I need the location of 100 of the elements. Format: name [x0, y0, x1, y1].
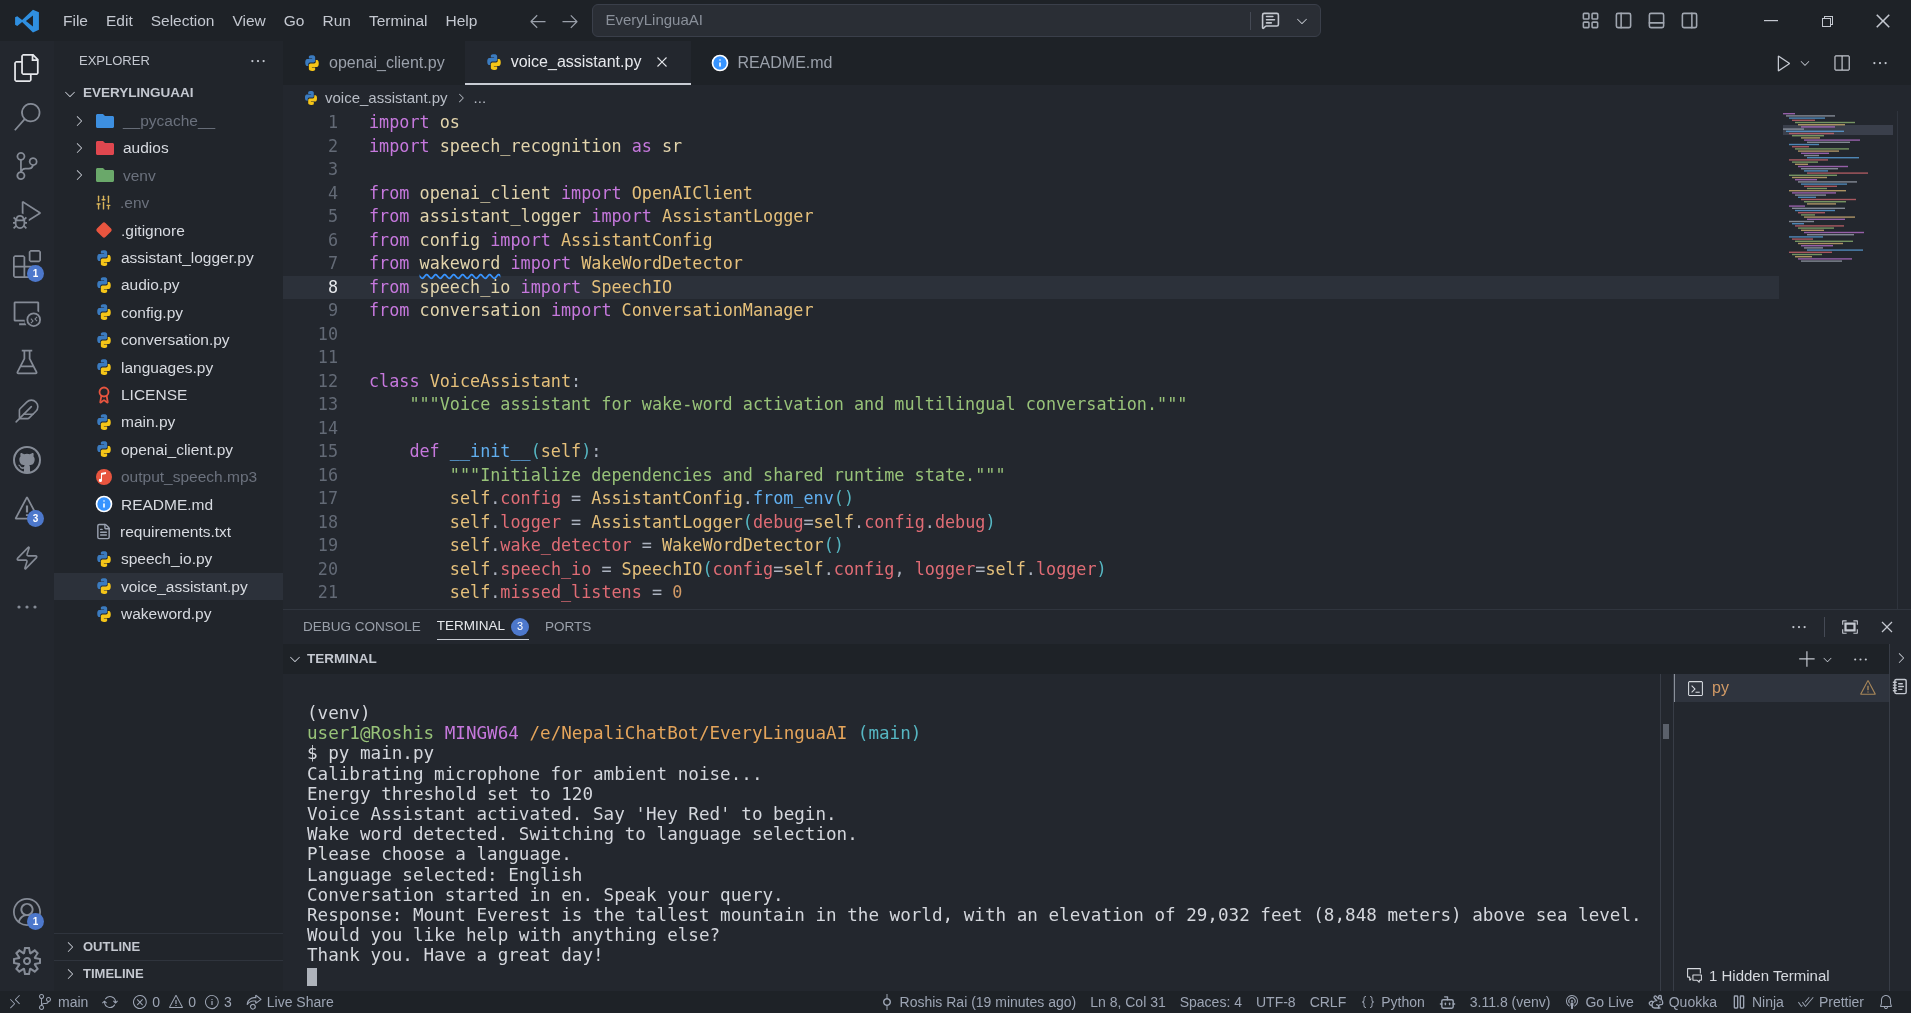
line-number: 19: [316, 534, 338, 557]
line-number: 5: [326, 205, 338, 228]
file-tree-item[interactable]: assistant_logger.py: [54, 243, 283, 272]
braces-icon: [1360, 994, 1377, 1010]
problems-status[interactable]: 0 0 3: [125, 991, 239, 1013]
hidden-terminals-label[interactable]: 1 Hidden Terminal: [1709, 964, 1830, 987]
status-item[interactable]: Roshis Rai (19 minutes ago): [871, 991, 1084, 1013]
line-number: 17: [316, 487, 338, 510]
python-icon: [95, 604, 113, 623]
menu-item[interactable]: Edit: [97, 4, 142, 37]
file-tree-item[interactable]: .gitignore: [54, 216, 283, 244]
file-tree-item[interactable]: languages.py: [54, 353, 283, 381]
quokka-icon: [1647, 994, 1664, 1010]
menu-item[interactable]: File: [54, 4, 97, 37]
status-item[interactable]: 3.11.8 (venv): [1462, 991, 1558, 1013]
file-tree-item[interactable]: wakeword.py: [54, 600, 283, 628]
panel-toggle-icon[interactable]: [1647, 11, 1666, 30]
file-tree-item[interactable]: audio.py: [54, 271, 283, 299]
new-terminal-icon[interactable]: [1798, 649, 1817, 669]
status-item[interactable]: Python: [1353, 991, 1432, 1013]
remote-explorer-icon: [13, 298, 41, 327]
line-number: 7: [326, 252, 338, 275]
status-item[interactable]: CRLF: [1302, 991, 1354, 1013]
sidebar-toggle-icon[interactable]: [1614, 11, 1633, 30]
settings-icon: [13, 946, 41, 975]
terminal-line: user1@Roshis MINGW64 /e/NepaliChatBot/EveryLinguaAI (main): [307, 723, 923, 744]
status-item[interactable]: Spaces: 4: [1172, 991, 1249, 1013]
warning-icon: [168, 994, 185, 1010]
breadcrumb-item[interactable]: ...: [473, 86, 487, 110]
line-number: 10: [316, 322, 338, 346]
info-icon: [203, 994, 220, 1010]
code-line: self.config = AssistantConfig.from_env(): [448, 487, 854, 510]
file-tree-item[interactable]: speech_io.py: [54, 545, 283, 573]
notes-icon[interactable]: [1892, 678, 1909, 695]
layout-icon[interactable]: [1581, 11, 1600, 30]
menu-item[interactable]: Run: [313, 4, 360, 37]
menu-item[interactable]: Go: [274, 4, 314, 37]
feather-icon: [14, 397, 40, 424]
notification-badge: 1: [27, 913, 44, 930]
terminal-line: Thank you. Have a great day!: [307, 945, 605, 966]
status-item[interactable]: Go Live: [1557, 991, 1641, 1013]
menu-item[interactable]: Help: [436, 4, 487, 37]
python-icon: [95, 358, 113, 377]
code-line: self.speech_io = SpeechIO(config=self.config, logger=self.logger): [448, 557, 1107, 581]
file-tree-item[interactable]: voice_assistant.py: [54, 572, 283, 601]
status-item[interactable]: UTF-8: [1248, 991, 1303, 1013]
code-line: from assistant_logger import AssistantLogger: [368, 205, 814, 228]
terminal-icon: [1687, 679, 1704, 697]
line-number: 14: [316, 416, 338, 440]
folder-header[interactable]: EVERYLINGUAAI: [54, 80, 283, 107]
menu-item[interactable]: Terminal: [359, 4, 437, 37]
command-center[interactable]: EveryLinguaAI: [592, 4, 1322, 37]
python-icon: [95, 549, 113, 568]
file-tree-item[interactable]: openai_client.py: [54, 435, 283, 464]
file-tree-item[interactable]: LICENSE: [54, 380, 283, 409]
terminal-list-item[interactable]: py: [1674, 674, 1889, 702]
panel-tab[interactable]: PORTS: [545, 614, 592, 640]
status-item[interactable]: Ninja: [1723, 991, 1791, 1013]
file-tree-item[interactable]: audios: [54, 134, 283, 162]
activity-bar-button[interactable]: 1: [0, 887, 54, 936]
terminal-section-header[interactable]: TERMINAL: [287, 648, 377, 670]
status-item[interactable]: main: [30, 991, 96, 1013]
python-icon: [303, 54, 321, 72]
line-number: 9: [326, 299, 338, 322]
menu-item[interactable]: View: [223, 4, 275, 37]
chat-icon[interactable]: [1261, 11, 1281, 30]
split-editor-icon[interactable]: [1832, 53, 1851, 73]
scrollbar-thumb[interactable]: [1663, 724, 1669, 739]
status-item[interactable]: Ln 8, Col 31: [1083, 991, 1173, 1013]
music-note-icon: [95, 467, 113, 486]
terminal-line: $ py main.py: [307, 743, 436, 764]
file-tree-item[interactable]: README.md: [54, 490, 283, 518]
sliders-icon: [95, 194, 112, 212]
bell-icon: [1878, 994, 1894, 1010]
activity-bar-button[interactable]: 1: [0, 239, 54, 288]
panel-tab[interactable]: TERMINAL 3: [436, 614, 530, 640]
file-tree-item[interactable]: requirements.txt: [54, 517, 283, 546]
editor-tab[interactable]: README.md: [691, 41, 853, 85]
menu-item[interactable]: Selection: [141, 4, 224, 37]
terminal-line: Calibrating microphone for ambient noise...: [307, 763, 764, 784]
file-tree-item[interactable]: main.py: [54, 408, 283, 436]
python-icon: [95, 248, 113, 267]
search-icon: [13, 102, 41, 131]
more-icon: [17, 604, 37, 609]
maximize-panel-icon[interactable]: [1841, 618, 1859, 636]
status-item[interactable]: Prettier: [1790, 991, 1871, 1013]
file-tree-item[interactable]: conversation.py: [54, 326, 283, 354]
terminal-line: Energy threshold set to 120: [307, 783, 594, 804]
editor-tab[interactable]: voice_assistant.py: [464, 41, 692, 85]
status-item[interactable]: Quokka: [1640, 991, 1724, 1013]
terminal-line: Would you like help with anything else?: [307, 925, 722, 946]
breadcrumb-item[interactable]: voice_assistant.py: [325, 86, 448, 110]
line-number: 8: [326, 275, 338, 299]
status-item[interactable]: Live Share: [238, 991, 341, 1013]
line-number: 16: [316, 463, 338, 487]
file-tree-item[interactable]: config.py: [54, 298, 283, 327]
activity-bar-button[interactable]: 3: [0, 484, 54, 533]
panel-tab[interactable]: DEBUG CONSOLE: [303, 614, 421, 640]
secondary-sidebar-icon[interactable]: [1680, 11, 1699, 30]
editor-tab[interactable]: openai_client.py: [283, 41, 465, 85]
